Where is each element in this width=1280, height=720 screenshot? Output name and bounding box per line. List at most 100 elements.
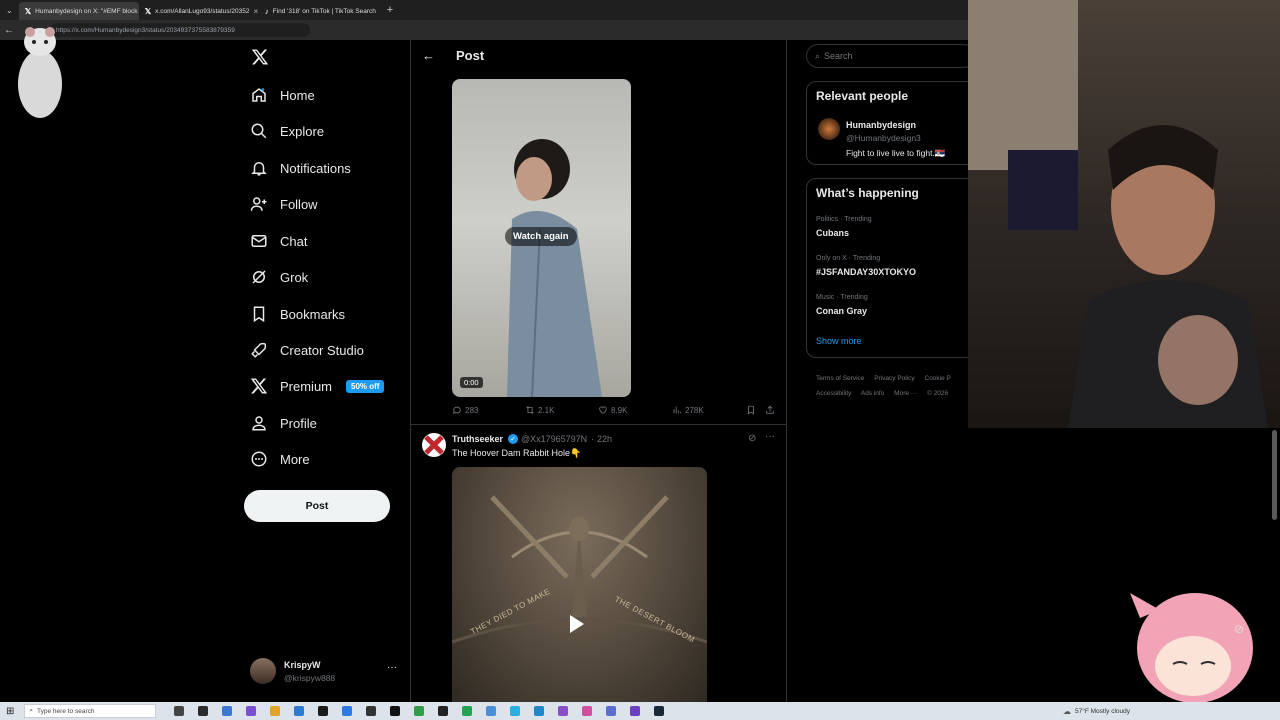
windows-start-icon[interactable]: ⊞ bbox=[6, 706, 14, 717]
nav-label: Explore bbox=[280, 123, 325, 139]
app-icon[interactable] bbox=[558, 706, 569, 716]
app-icon[interactable] bbox=[606, 706, 617, 716]
rocket-icon bbox=[251, 342, 267, 358]
footer-link[interactable]: Privacy Policy bbox=[874, 375, 914, 382]
nav-profile[interactable]: Profile bbox=[250, 414, 317, 432]
nav-creator-studio[interactable]: Creator Studio bbox=[250, 341, 364, 359]
close-tab-icon[interactable]: × bbox=[253, 7, 258, 16]
post-separator: · bbox=[591, 434, 594, 444]
app-icon[interactable] bbox=[246, 706, 257, 716]
app-icon[interactable] bbox=[534, 706, 545, 716]
author-name[interactable]: Truthseeker bbox=[452, 434, 503, 444]
footer-link[interactable]: Terms of Service bbox=[816, 375, 864, 382]
search-input[interactable]: ⌕ Search bbox=[806, 44, 976, 68]
task-view-icon[interactable] bbox=[174, 706, 185, 716]
scrollbar[interactable] bbox=[1272, 430, 1277, 520]
repost-button[interactable]: 2.1K bbox=[525, 405, 554, 415]
nav-label: Chat bbox=[280, 233, 308, 249]
nav-label: Premium bbox=[280, 378, 333, 394]
app-icon[interactable] bbox=[582, 706, 593, 716]
app-icon[interactable] bbox=[318, 706, 329, 716]
trend-item[interactable]: Cubans bbox=[816, 228, 849, 238]
share-button[interactable] bbox=[765, 405, 775, 415]
app-icon[interactable] bbox=[438, 706, 449, 716]
relevant-bio: Fight to live live to fight.🇷🇸 bbox=[846, 148, 946, 158]
footer-link[interactable]: Accessibility bbox=[816, 390, 851, 397]
x-favicon-icon: 𝕏 bbox=[144, 6, 152, 16]
relevant-people-title: Relevant people bbox=[816, 89, 909, 103]
nav-notifications[interactable]: Notifications bbox=[250, 159, 351, 177]
mail-icon bbox=[251, 235, 267, 247]
more-dots-icon[interactable]: ··· bbox=[765, 431, 775, 442]
relevant-name[interactable]: Humanbydesign bbox=[846, 120, 916, 130]
footer-link[interactable]: Ads info bbox=[861, 390, 885, 397]
post-time[interactable]: 22h bbox=[597, 434, 612, 444]
nav-premium[interactable]: Premium 50% off bbox=[250, 377, 385, 395]
play-icon[interactable] bbox=[570, 615, 584, 633]
video-player[interactable]: Watch again 0:00 bbox=[452, 79, 631, 397]
app-icon[interactable] bbox=[414, 706, 425, 716]
relevant-handle[interactable]: @Humanbydesign3 bbox=[846, 133, 921, 143]
new-tab-icon[interactable]: + bbox=[387, 4, 393, 16]
nav-follow[interactable]: Follow bbox=[250, 195, 318, 213]
app-icon[interactable] bbox=[198, 706, 209, 716]
repost-icon bbox=[526, 406, 534, 414]
app-icon[interactable] bbox=[222, 706, 233, 716]
nav-grok[interactable]: Grok bbox=[250, 268, 308, 286]
post-media[interactable]: THEY DIED TO MAKE THE DESERT BLOOM bbox=[452, 467, 707, 702]
taskbar-search-placeholder: Type here to search bbox=[37, 707, 95, 715]
browser-tab[interactable]: 𝕏 x.com/AllanLugo93/status/20352 × bbox=[139, 2, 259, 20]
windows-taskbar: ⊞ ⌕ Type here to search ☁ 57°F Mostly cl… bbox=[0, 702, 1280, 720]
more-circle-icon bbox=[251, 451, 267, 467]
share-icon bbox=[766, 405, 774, 414]
show-more-link[interactable]: Show more bbox=[816, 336, 862, 346]
url-field[interactable]: https://x.com/Humanbydesign3/status/2034… bbox=[50, 23, 310, 37]
watch-again-button[interactable]: Watch again bbox=[505, 227, 577, 246]
avatar[interactable] bbox=[818, 118, 840, 140]
app-icon[interactable] bbox=[342, 706, 353, 716]
tiktok-favicon-icon: ♪ bbox=[264, 6, 269, 16]
follow-icon bbox=[250, 197, 267, 211]
app-icon[interactable] bbox=[654, 706, 665, 716]
column-divider bbox=[786, 40, 787, 702]
trend-item[interactable]: Conan Gray bbox=[816, 306, 867, 316]
author-avatar[interactable] bbox=[422, 433, 446, 457]
nav-explore[interactable]: Explore bbox=[250, 122, 324, 140]
author-handle[interactable]: @Xx17965797N bbox=[521, 434, 587, 444]
reply-count: 283 bbox=[465, 405, 479, 415]
premium-discount-badge: 50% off bbox=[346, 379, 385, 393]
footer-link[interactable]: Cookie P bbox=[925, 375, 951, 382]
app-icon[interactable] bbox=[630, 706, 641, 716]
app-icon[interactable] bbox=[390, 706, 401, 716]
nav-bookmarks[interactable]: Bookmarks bbox=[250, 305, 345, 323]
app-icon[interactable] bbox=[294, 706, 305, 716]
app-icon[interactable] bbox=[510, 706, 521, 716]
back-arrow-icon[interactable]: ← bbox=[422, 48, 435, 63]
nav-home[interactable]: Home bbox=[250, 86, 315, 104]
nav-label: Grok bbox=[280, 269, 309, 285]
app-icon[interactable] bbox=[366, 706, 377, 716]
views-button[interactable]: 278K bbox=[672, 405, 704, 415]
browser-tab[interactable]: ♪ Find '318' on TikTok | TikTok Search × bbox=[259, 2, 379, 20]
post-text: The Hoover Dam Rabbit Hole👇 bbox=[452, 448, 582, 458]
trend-item[interactable]: #JSFANDAY30XTOKYO bbox=[816, 267, 916, 277]
grok-icon[interactable]: ⊘ bbox=[748, 433, 756, 444]
account-switcher[interactable]: KrispyW @krispyw888 ··· bbox=[250, 658, 400, 686]
heart-icon bbox=[599, 406, 607, 414]
reply-button[interactable]: 283 bbox=[452, 405, 478, 415]
app-icon[interactable] bbox=[270, 706, 281, 716]
bookmark-button[interactable] bbox=[746, 405, 756, 415]
app-icon[interactable] bbox=[486, 706, 497, 716]
taskbar-search-input[interactable]: ⌕ Type here to search bbox=[24, 704, 157, 718]
compose-post-button[interactable]: Post bbox=[244, 490, 390, 522]
x-logo-icon[interactable] bbox=[251, 48, 269, 66]
like-button[interactable]: 8.9K bbox=[598, 405, 627, 415]
nav-chat[interactable]: Chat bbox=[250, 232, 307, 250]
footer-link[interactable]: More ··· bbox=[894, 390, 917, 397]
nav-more[interactable]: More bbox=[250, 450, 310, 468]
app-icon[interactable] bbox=[462, 706, 473, 716]
footer-links: Terms of Service Privacy Policy Cookie P… bbox=[816, 371, 968, 401]
weather-status[interactable]: 57°F Mostly cloudy bbox=[1075, 708, 1130, 715]
nav-label: Profile bbox=[280, 415, 317, 431]
search-icon: ⌕ bbox=[815, 50, 821, 61]
